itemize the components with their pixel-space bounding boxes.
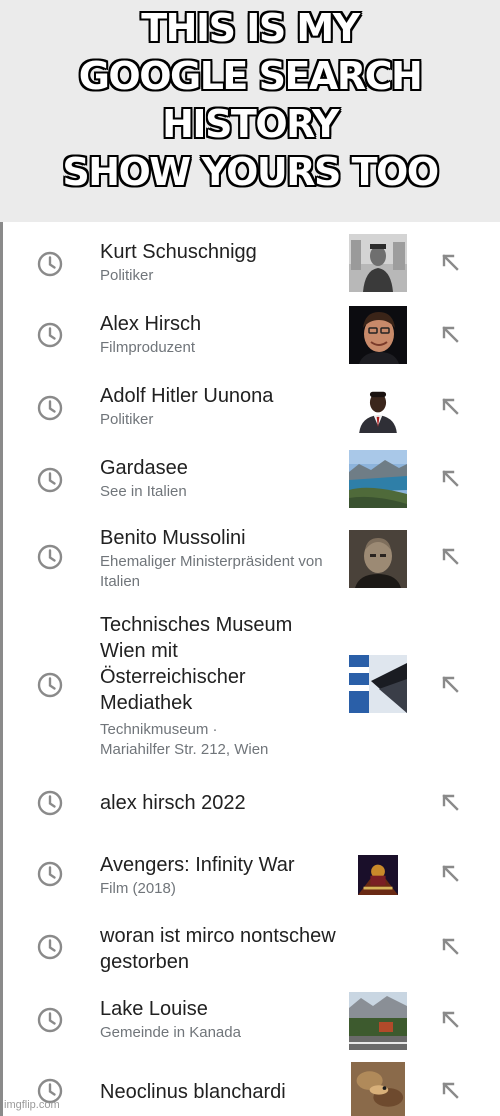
history-clock-icon (37, 672, 63, 698)
history-clock-icon (37, 1007, 63, 1033)
fish-photo (351, 1062, 405, 1116)
history-clock-icon (37, 395, 63, 421)
history-item-title: Benito Mussolini (100, 527, 246, 549)
history-item-text: Technisches Museum Wien mit Österreichis… (100, 612, 300, 760)
history-clock-icon (37, 467, 63, 493)
history-item-subtitle: Politiker (100, 267, 154, 284)
arrow-up-left-icon[interactable] (440, 1009, 462, 1031)
history-item-subtitle: See in Italien (100, 483, 187, 500)
meme-caption: THIS IS MY GOOGLE SEARCH HISTORY SHOW YO… (0, 4, 500, 196)
history-item-text: woran ist mirco nontschew gestorben (100, 923, 380, 975)
town-photo (349, 992, 407, 1050)
history-item-title: Kurt Schuschnigg (100, 241, 257, 263)
history-item[interactable]: Alex Hirsch Filmproduzent (0, 304, 500, 370)
history-clock-icon (37, 861, 63, 887)
history-item[interactable]: Kurt Schuschnigg Politiker (0, 232, 500, 298)
arrow-up-left-icon[interactable] (440, 936, 462, 958)
history-item[interactable]: Avengers: Infinity War Film (2018) (0, 844, 500, 910)
history-item[interactable]: Technisches Museum Wien mit Österreichis… (0, 610, 500, 762)
history-clock-icon (37, 934, 63, 960)
history-item-text: Benito Mussolini Ehemaliger Ministerpräs… (100, 525, 340, 592)
caption-line: SHOW YOURS TOO (62, 150, 439, 194)
arrow-up-left-icon[interactable] (440, 396, 462, 418)
history-item-subtitle: Gemeinde in Kanada (100, 1024, 241, 1041)
arrow-up-left-icon[interactable] (440, 546, 462, 568)
history-item[interactable]: Lake Louise Gemeinde in Kanada (0, 990, 500, 1056)
history-item-subtitle: Ehemaliger Ministerpräsident von Italien (100, 553, 323, 590)
caption-line: THIS IS MY (141, 6, 360, 50)
history-item-text: Gardasee See in Italien (100, 455, 340, 502)
history-item-title: alex hirsch 2022 (100, 792, 246, 814)
arrow-up-left-icon[interactable] (440, 252, 462, 274)
museum-photo (349, 655, 407, 713)
history-item-title: Neoclinus blanchardi (100, 1081, 286, 1103)
history-item-title: Technisches Museum Wien mit Österreichis… (100, 614, 293, 714)
arrow-up-left-icon[interactable] (440, 468, 462, 490)
portrait-photo (349, 530, 407, 588)
history-item[interactable]: Gardasee See in Italien (0, 448, 500, 514)
portrait-photo (349, 306, 407, 364)
history-clock-icon (37, 544, 63, 570)
arrow-up-left-icon[interactable] (440, 863, 462, 885)
arrow-up-left-icon[interactable] (440, 792, 462, 814)
watermark: imgflip.com (4, 1099, 60, 1111)
caption-line: GOOGLE SEARCH HISTORY (78, 54, 423, 146)
meme-caption-area: THIS IS MY GOOGLE SEARCH HISTORY SHOW YO… (0, 0, 500, 222)
history-item-text: Alex Hirsch Filmproduzent (100, 311, 340, 358)
history-item-text: Adolf Hitler Uunona Politiker (100, 383, 340, 430)
lake-photo (349, 450, 407, 508)
history-item[interactable]: Neoclinus blanchardi (0, 1062, 500, 1116)
history-item-text: Lake Louise Gemeinde in Kanada (100, 996, 340, 1043)
history-clock-icon (37, 322, 63, 348)
history-clock-icon (37, 251, 63, 277)
arrow-up-left-icon[interactable] (440, 324, 462, 346)
history-item-title: Lake Louise (100, 998, 208, 1020)
history-item[interactable]: Benito Mussolini Ehemaliger Ministerpräs… (0, 520, 500, 600)
history-item-title: Avengers: Infinity War (100, 854, 295, 876)
portrait-photo (349, 234, 407, 292)
history-item-subtitle: Politiker (100, 411, 154, 428)
arrow-up-left-icon[interactable] (440, 1080, 462, 1102)
history-item-text: Neoclinus blanchardi (100, 1079, 340, 1105)
history-item-title: Gardasee (100, 457, 188, 479)
history-item[interactable]: Adolf Hitler Uunona Politiker (0, 376, 500, 442)
arrow-up-left-icon[interactable] (440, 674, 462, 696)
history-item-title: woran ist mirco nontschew gestorben (100, 925, 336, 973)
history-item-title: Alex Hirsch (100, 313, 202, 335)
history-item-subtitle: Technikmuseum · Mariahilfer Str. 212, Wi… (100, 721, 269, 758)
history-item-subtitle: Filmproduzent (100, 339, 196, 356)
portrait-photo (352, 381, 404, 433)
history-item-text: Avengers: Infinity War Film (2018) (100, 852, 340, 899)
history-item[interactable]: alex hirsch 2022 (0, 778, 500, 828)
history-item-text: Kurt Schuschnigg Politiker (100, 239, 340, 286)
history-item-title: Adolf Hitler Uunona (100, 385, 274, 407)
history-item-text: alex hirsch 2022 (100, 790, 340, 816)
history-item-subtitle: Film (2018) (100, 880, 176, 897)
movie-poster (358, 855, 398, 895)
history-clock-icon (37, 790, 63, 816)
history-item[interactable]: woran ist mirco nontschew gestorben (0, 918, 500, 984)
